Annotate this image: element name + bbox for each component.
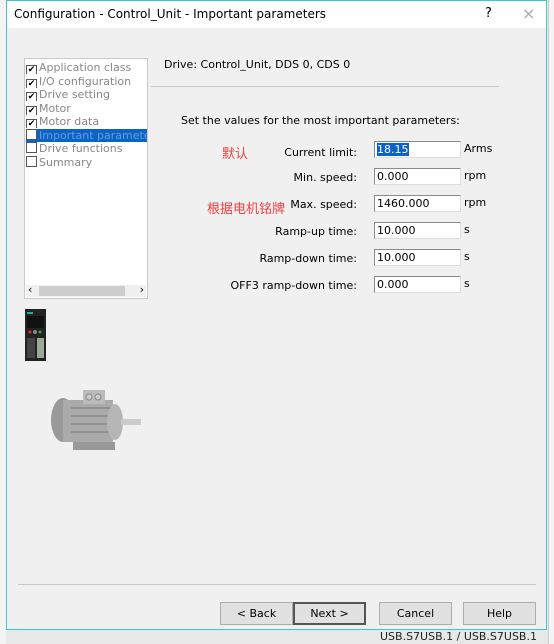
- scroll-right-icon[interactable]: ›: [140, 283, 144, 296]
- help-icon[interactable]: ?: [485, 6, 492, 21]
- horizontal-scrollbar[interactable]: ‹ ›: [26, 283, 146, 297]
- scroll-left-icon[interactable]: ‹: [28, 283, 32, 296]
- tree-item-label: Summary: [39, 155, 93, 169]
- configuration-dialog: Configuration - Control_Unit - Important…: [6, 0, 547, 630]
- tree-item[interactable]: ✔ Drive setting: [26, 88, 147, 101]
- cancel-button[interactable]: Cancel: [379, 602, 452, 625]
- param-input[interactable]: 0.000: [374, 168, 461, 185]
- checked-checkbox-icon: ✔: [26, 105, 37, 115]
- param-input[interactable]: 0.000: [374, 276, 461, 293]
- param-value: 1460.000: [377, 197, 430, 210]
- tree-item[interactable]: ✔ I/O configuration: [26, 75, 147, 88]
- background-status-text: USB.S7USB.1 / USB.S7USB.1: [380, 630, 537, 643]
- tree-item-label: I/O configuration: [39, 74, 132, 88]
- unchecked-checkbox-icon: [26, 128, 37, 140]
- footer-divider: [18, 584, 536, 585]
- drive-unit-image: [25, 309, 46, 361]
- param-value: 10.000: [377, 251, 416, 264]
- tree-item[interactable]: Summary: [26, 155, 147, 169]
- note-default: 默认: [222, 147, 249, 162]
- unchecked-checkbox-icon: [26, 155, 37, 167]
- tree-item-label: Drive functions: [39, 142, 123, 155]
- checked-checkbox-icon: ✔: [26, 92, 37, 101]
- tree-item-label: Motor data: [39, 115, 100, 128]
- tree-item[interactable]: ✔ Motor data: [26, 115, 147, 128]
- param-label: OFF3 ramp-down time:: [230, 279, 357, 292]
- next-button[interactable]: Next >: [293, 602, 366, 625]
- param-input[interactable]: 1460.000: [374, 195, 461, 212]
- tree-item-label: Drive setting: [39, 88, 110, 101]
- tree-item[interactable]: Drive functions: [26, 142, 147, 155]
- back-button[interactable]: < Back: [220, 602, 293, 625]
- wizard-step-tree: ✔ Application class ✔ I/O configuration ✔ Dri…: [24, 58, 148, 299]
- tree-item[interactable]: Important parameters: [26, 128, 147, 142]
- scrollbar-thumb[interactable]: [39, 286, 125, 296]
- tree-item[interactable]: ✔ Motor: [26, 102, 147, 115]
- param-input[interactable]: 18.15: [374, 141, 461, 158]
- param-input[interactable]: 10.000: [374, 249, 461, 266]
- param-unit: Arms: [464, 142, 493, 155]
- title-bar: Configuration - Control_Unit - Important…: [7, 1, 546, 28]
- background-app-right: [548, 0, 554, 644]
- window-title: Configuration - Control_Unit - Important…: [14, 7, 327, 21]
- param-label: Current limit:: [284, 146, 357, 159]
- checked-checkbox-icon: ✔: [26, 78, 37, 88]
- tree-item-label: Application class: [39, 61, 132, 74]
- close-icon[interactable]: ×: [522, 4, 535, 23]
- note-nameplate: 根据电机铭牌: [207, 202, 286, 217]
- param-value: 0.000: [377, 170, 409, 183]
- param-label: Min. speed:: [293, 171, 357, 184]
- tree-item-label: Important parameters: [39, 128, 147, 142]
- param-value: 18.15: [377, 143, 409, 156]
- help-button[interactable]: Help: [463, 602, 536, 625]
- param-unit: s: [464, 250, 470, 263]
- param-unit: rpm: [464, 196, 487, 209]
- drive-header: Drive: Control_Unit, DDS 0, CDS 0: [164, 58, 351, 71]
- param-unit: s: [464, 277, 470, 290]
- intro-text: Set the values for the most important pa…: [181, 114, 460, 127]
- param-input[interactable]: 10.000: [374, 222, 461, 239]
- param-unit: rpm: [464, 169, 487, 182]
- param-label: Ramp-down time:: [259, 252, 357, 265]
- motor-image: [51, 390, 141, 450]
- param-value: 0.000: [377, 278, 409, 291]
- param-value: 10.000: [377, 224, 416, 237]
- header-divider: [151, 86, 499, 87]
- param-label: Ramp-up time:: [275, 225, 357, 238]
- tree-item[interactable]: ✔ Application class: [26, 61, 147, 74]
- param-unit: s: [464, 223, 470, 236]
- checked-checkbox-icon: ✔: [26, 65, 37, 74]
- tree-item-label: Motor: [39, 101, 71, 115]
- unchecked-checkbox-icon: [26, 142, 37, 153]
- checked-checkbox-icon: ✔: [26, 119, 37, 128]
